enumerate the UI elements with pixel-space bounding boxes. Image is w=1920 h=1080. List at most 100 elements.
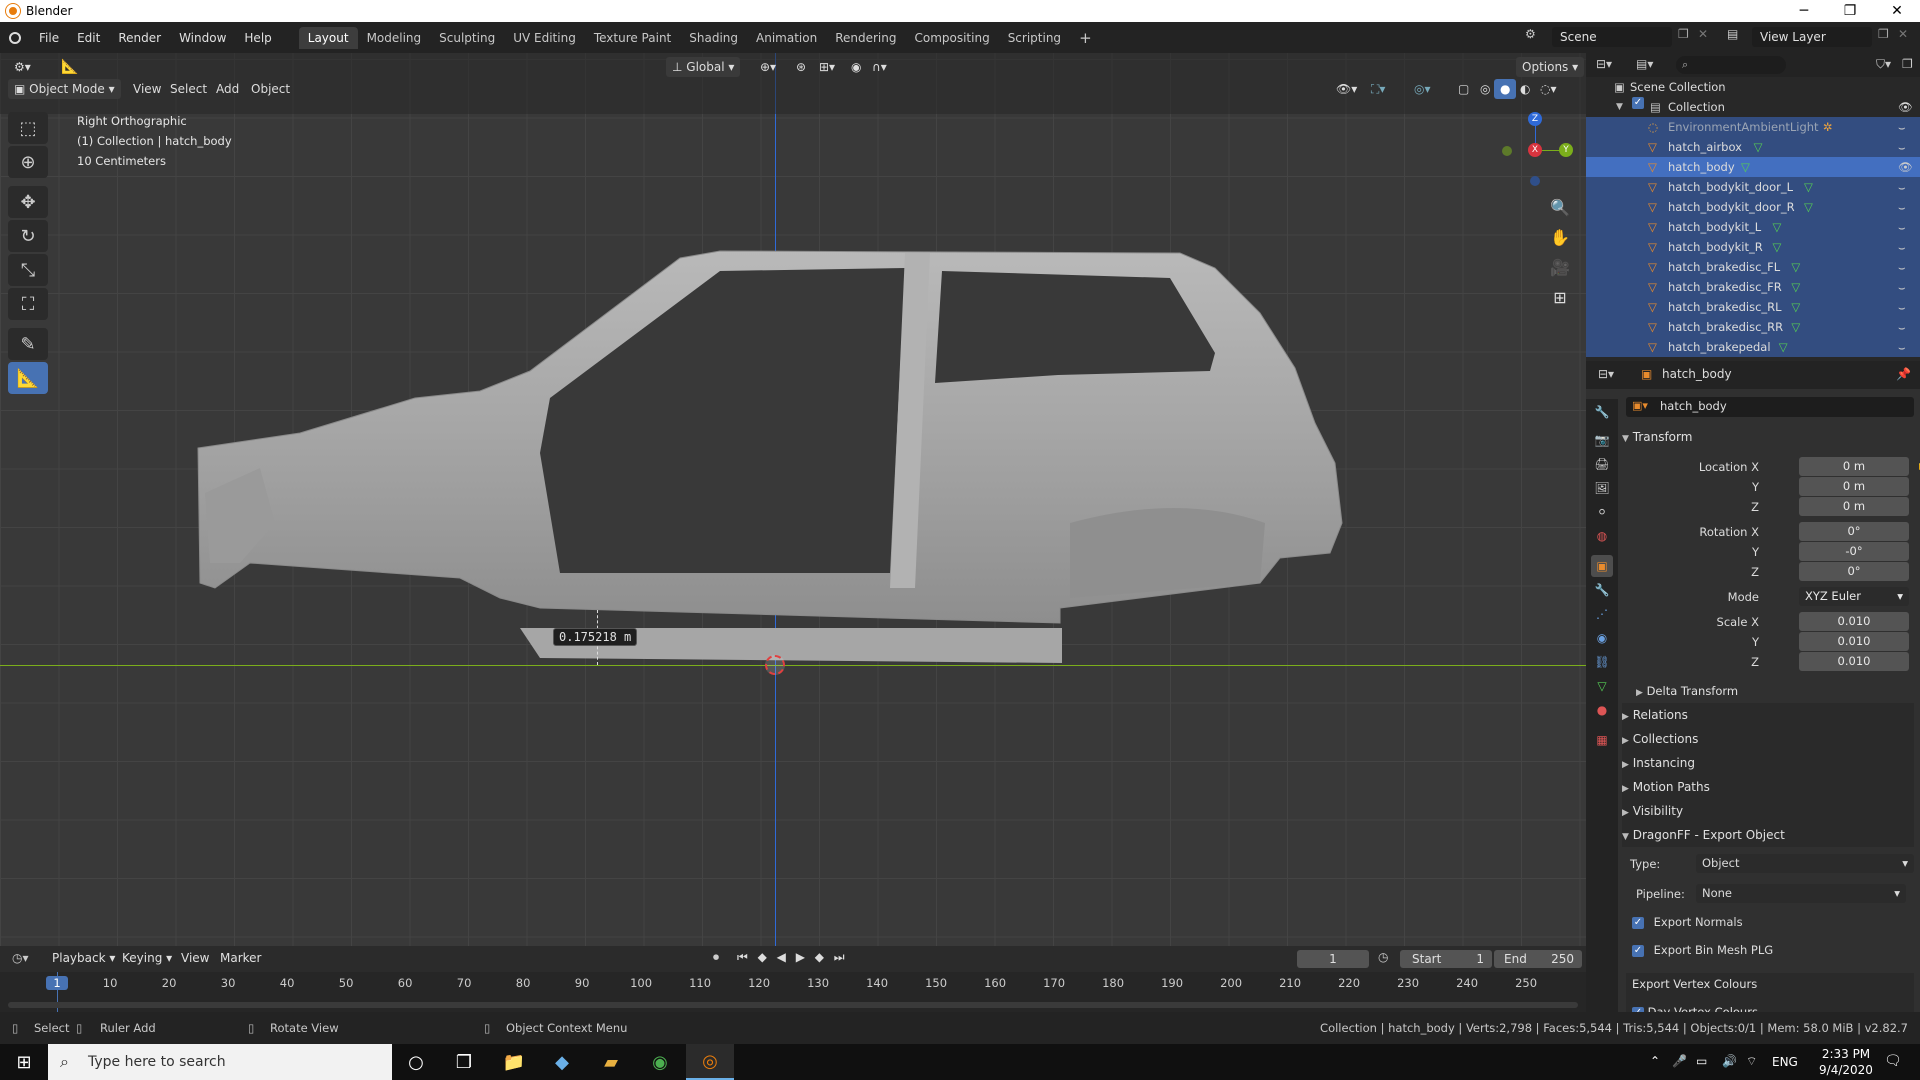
- gizmo-z-handle[interactable]: Z: [1528, 112, 1542, 126]
- preview-range-icon[interactable]: ◷: [1378, 950, 1388, 964]
- transform-panel-header[interactable]: ▼ Transform: [1622, 425, 1914, 449]
- visibility-toggle-icon[interactable]: ⌣: [1898, 277, 1906, 297]
- export-bin-mesh-row[interactable]: ✓ Export Bin Mesh PLG: [1632, 940, 1920, 960]
- maximize-button[interactable]: ❐: [1827, 0, 1873, 22]
- scale-x-field[interactable]: 0.010: [1799, 612, 1909, 631]
- modifier-tab-icon[interactable]: 🔧: [1591, 579, 1613, 601]
- object-name-field[interactable]: ▣▾ hatch_body: [1626, 397, 1914, 417]
- measure-tool[interactable]: 📐: [8, 362, 48, 394]
- outliner-item[interactable]: ◌ EnvironmentAmbientLight ✲ ⌣: [1586, 117, 1920, 137]
- display-mode-icon[interactable]: ▤▾: [1636, 57, 1653, 71]
- rotation-y-field[interactable]: -0°: [1799, 542, 1909, 561]
- move-tool[interactable]: ✥: [8, 186, 48, 218]
- tab-compositing[interactable]: Compositing: [905, 27, 998, 49]
- windows-start-icon[interactable]: ⊞: [0, 1044, 48, 1080]
- visibility-toggle-icon[interactable]: ⌣: [1898, 217, 1906, 237]
- object-tab-icon[interactable]: ▣: [1591, 555, 1613, 577]
- gizmo-icon[interactable]: ⛶▾: [1365, 79, 1391, 99]
- location-x-field[interactable]: 0 m: [1799, 457, 1909, 476]
- outliner-item[interactable]: ▽ hatch_brakepedal ▽ ⌣: [1586, 337, 1920, 357]
- annotate-tool[interactable]: ✎: [8, 328, 48, 360]
- menu-timeline-view[interactable]: View: [181, 951, 209, 965]
- rotation-x-field[interactable]: 0°: [1799, 522, 1909, 541]
- orientation-selector[interactable]: ⊥ Global ▾: [666, 57, 741, 77]
- menu-file[interactable]: File: [30, 27, 68, 49]
- outliner-item[interactable]: ▽ hatch_brakedisc_RR ▽ ⌣: [1586, 317, 1920, 337]
- location-y-field[interactable]: 0 m: [1799, 477, 1909, 496]
- scene-selector[interactable]: Scene: [1552, 27, 1672, 47]
- filter-icon[interactable]: ⛉▾: [1876, 57, 1891, 72]
- outliner-editor-icon[interactable]: ⊟▾: [1596, 57, 1612, 71]
- end-frame-field[interactable]: End 250: [1494, 950, 1582, 968]
- notifications-icon[interactable]: 🗨: [1884, 1053, 1902, 1069]
- file-explorer-icon[interactable]: 📁: [490, 1044, 538, 1080]
- collection-checkbox[interactable]: ✓: [1632, 97, 1644, 109]
- taskbar-time[interactable]: 2:33 PM: [1818, 1047, 1874, 1061]
- snap-icon[interactable]: ⊛: [790, 57, 812, 77]
- export-normals-row[interactable]: ✓ Export Normals: [1632, 912, 1920, 932]
- 3d-cursor[interactable]: [765, 655, 785, 675]
- outliner-item[interactable]: ▽ hatch_brakedisc_FR ▽ ⌣: [1586, 277, 1920, 297]
- scene-tab-icon[interactable]: ⚪: [1591, 501, 1613, 523]
- outliner-item[interactable]: ▽ hatch_bodykit_L ▽ ⌣: [1586, 217, 1920, 237]
- zoom-icon[interactable]: 🔍: [1545, 193, 1575, 221]
- world-tab-icon[interactable]: ◍: [1591, 525, 1613, 547]
- outliner-item[interactable]: ▽ hatch_bodykit_door_R ▽ ⌣: [1586, 197, 1920, 217]
- timeline-scrollbar[interactable]: [8, 1002, 1578, 1008]
- tab-animation[interactable]: Animation: [747, 27, 826, 49]
- dragonff-type-select[interactable]: Object ▾: [1696, 854, 1914, 873]
- view-layer-icon[interactable]: ▤: [1727, 27, 1738, 41]
- scene-icon[interactable]: ⚙: [1525, 27, 1536, 41]
- snap-target-icon[interactable]: ⊞▾: [813, 57, 841, 77]
- outliner-collection[interactable]: ▼ ✓ ▤ Collection 👁: [1586, 97, 1920, 117]
- current-frame-marker[interactable]: 1: [46, 976, 68, 990]
- gizmo-y-handle[interactable]: Y: [1559, 143, 1573, 157]
- tab-shading[interactable]: Shading: [680, 27, 747, 49]
- add-workspace-button[interactable]: +: [1070, 27, 1101, 49]
- instancing-header[interactable]: ▶ Instancing: [1622, 751, 1914, 775]
- properties-editor-icon[interactable]: ⊟▾: [1598, 367, 1614, 381]
- collections-header[interactable]: ▶ Collections: [1622, 727, 1914, 751]
- physics-tab-icon[interactable]: ◉: [1591, 627, 1613, 649]
- falloff-icon[interactable]: ∩▾: [866, 57, 893, 77]
- blender-menu-icon[interactable]: [0, 31, 30, 44]
- taskbar-date[interactable]: 9/4/2020: [1818, 1063, 1874, 1077]
- camera-icon[interactable]: 🎥: [1545, 253, 1575, 281]
- tab-uv-editing[interactable]: UV Editing: [504, 27, 585, 49]
- minimize-button[interactable]: ─: [1781, 0, 1827, 22]
- outliner-scene-collection[interactable]: ▣ Scene Collection: [1586, 77, 1920, 97]
- delete-view-layer-icon[interactable]: ✕: [1898, 27, 1908, 41]
- gizmo-x-handle[interactable]: X: [1528, 143, 1542, 157]
- tab-sculpting[interactable]: Sculpting: [430, 27, 504, 49]
- rotation-z-field[interactable]: 0°: [1799, 562, 1909, 581]
- scale-z-field[interactable]: 0.010: [1799, 652, 1909, 671]
- menu-window[interactable]: Window: [170, 27, 235, 49]
- select-box-tool[interactable]: ⬚: [8, 112, 48, 144]
- outliner-item[interactable]: ▽ hatch_brakedisc_FL ▽ ⌣: [1586, 257, 1920, 277]
- 3d-viewport[interactable]: ⚙▾ 📐 ⊥ Global ▾ ⊕▾ ⊛ ⊞▾ ◉ ∩▾ Options ▾ ▣…: [0, 53, 1586, 946]
- visibility-icon[interactable]: 👁▾: [1330, 79, 1363, 99]
- material-tab-icon[interactable]: ●: [1591, 699, 1613, 721]
- taskbar-search-input[interactable]: ⌕ Type here to search: [48, 1044, 392, 1080]
- relations-header[interactable]: ▶ Relations: [1622, 703, 1914, 727]
- transform-tool[interactable]: ⛶: [8, 288, 48, 320]
- current-frame-field[interactable]: 1: [1297, 950, 1369, 968]
- visibility-toggle-icon[interactable]: ⌣: [1898, 117, 1906, 137]
- delta-transform-header[interactable]: ▶ Delta Transform: [1636, 679, 1920, 703]
- rotate-tool[interactable]: ↻: [8, 220, 48, 252]
- menu-render[interactable]: Render: [109, 27, 170, 49]
- new-collection-icon[interactable]: ❐: [1902, 57, 1913, 71]
- menu-object[interactable]: Object: [245, 79, 296, 99]
- pin-icon[interactable]: 📌: [1896, 367, 1911, 381]
- wifi-icon[interactable]: ⌔: [1746, 1054, 1757, 1069]
- task-view-icon[interactable]: ❐: [440, 1044, 488, 1080]
- scale-y-field[interactable]: 0.010: [1799, 632, 1909, 651]
- render-tab-icon[interactable]: 📷: [1591, 429, 1613, 451]
- tab-rendering[interactable]: Rendering: [826, 27, 905, 49]
- visibility-toggle-icon[interactable]: 👁: [1898, 157, 1913, 177]
- rendered-shading-icon[interactable]: ◌▾: [1534, 79, 1563, 99]
- gizmo-neg-y-handle[interactable]: [1502, 146, 1512, 156]
- output-tab-icon[interactable]: 🖨: [1591, 453, 1613, 475]
- record-icon[interactable]: ⏺: [713, 950, 719, 965]
- scale-tool[interactable]: ⤡: [8, 254, 48, 286]
